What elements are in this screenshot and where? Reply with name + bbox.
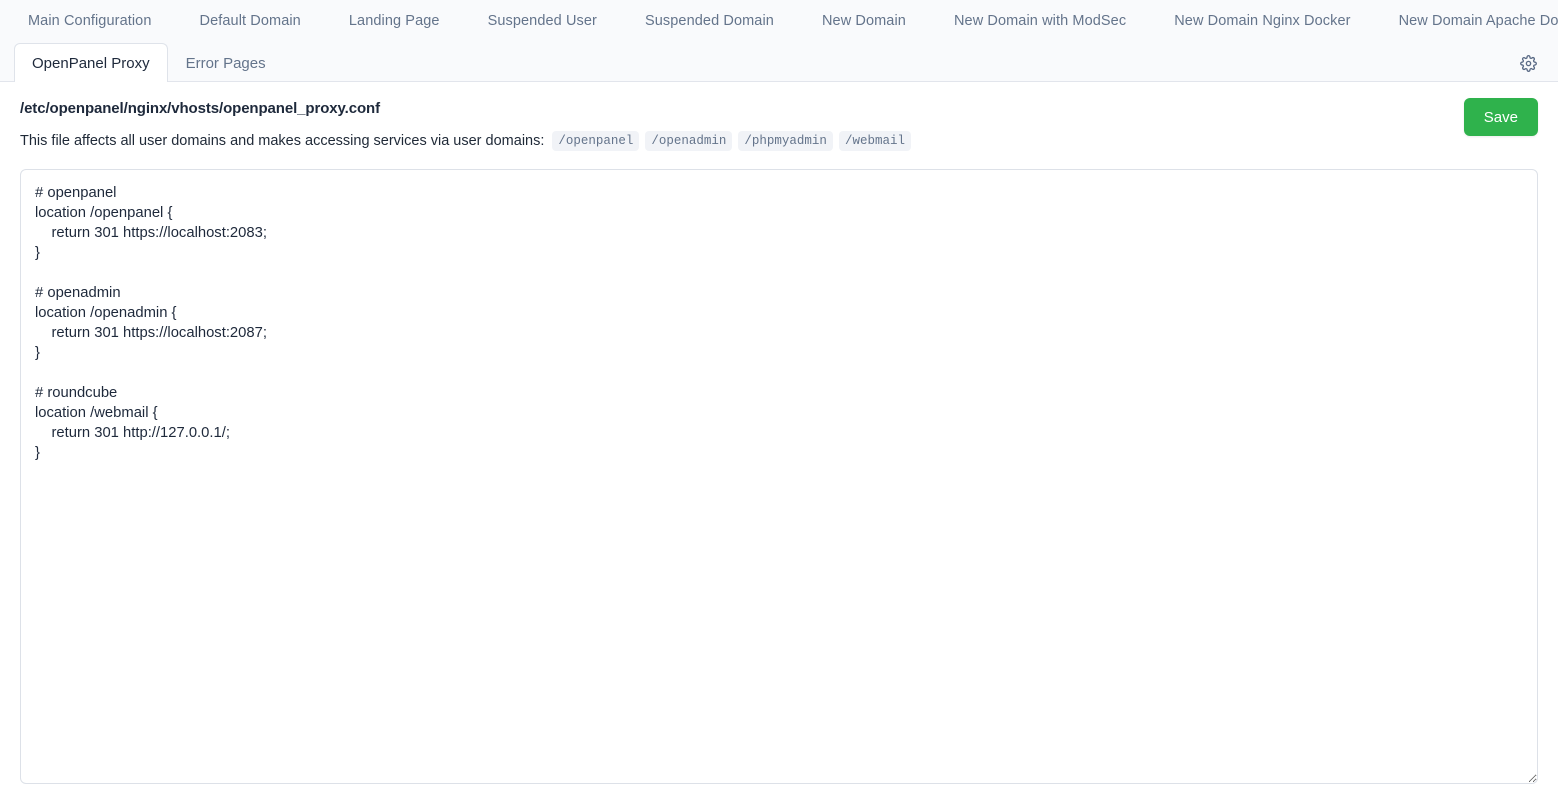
- path-chip-phpmyadmin: /phpmyadmin: [738, 131, 833, 151]
- save-button[interactable]: Save: [1463, 98, 1538, 136]
- tab-openpanel-proxy[interactable]: OpenPanel Proxy: [14, 43, 168, 83]
- file-description: This file affects all user domains and m…: [20, 131, 1538, 151]
- editor-container: [20, 169, 1538, 784]
- nav-item-new-domain-apache-docker[interactable]: New Domain Apache Docker: [1375, 0, 1558, 43]
- path-chip-openpanel: /openpanel: [552, 131, 640, 151]
- nav-item-default-domain[interactable]: Default Domain: [176, 0, 325, 43]
- secondary-tab-list: OpenPanel Proxy Error Pages: [0, 43, 1558, 83]
- path-chip-webmail: /webmail: [838, 131, 911, 151]
- path-chip-openadmin: /openadmin: [645, 131, 733, 151]
- nav-item-suspended-user[interactable]: Suspended User: [464, 0, 621, 43]
- primary-tab-list: Main Configuration Default Domain Landin…: [0, 0, 1558, 43]
- config-file-editor[interactable]: [20, 169, 1538, 784]
- nav-item-suspended-domain[interactable]: Suspended Domain: [621, 0, 798, 43]
- gear-icon[interactable]: [1516, 51, 1540, 75]
- nav-item-landing-page[interactable]: Landing Page: [325, 0, 464, 43]
- nav-item-new-domain-nginx-docker[interactable]: New Domain Nginx Docker: [1150, 0, 1374, 43]
- nav-item-new-domain-with-modsec[interactable]: New Domain with ModSec: [930, 0, 1150, 43]
- description-text: This file affects all user domains and m…: [20, 133, 545, 149]
- top-navigation-bar: Main Configuration Default Domain Landin…: [0, 0, 1558, 83]
- tab-error-pages[interactable]: Error Pages: [168, 43, 284, 82]
- content-header: /etc/openpanel/nginx/vhosts/openpanel_pr…: [0, 82, 1558, 151]
- page-title: /etc/openpanel/nginx/vhosts/openpanel_pr…: [20, 100, 380, 117]
- nav-item-new-domain[interactable]: New Domain: [798, 0, 930, 43]
- nav-item-main-configuration[interactable]: Main Configuration: [14, 0, 176, 43]
